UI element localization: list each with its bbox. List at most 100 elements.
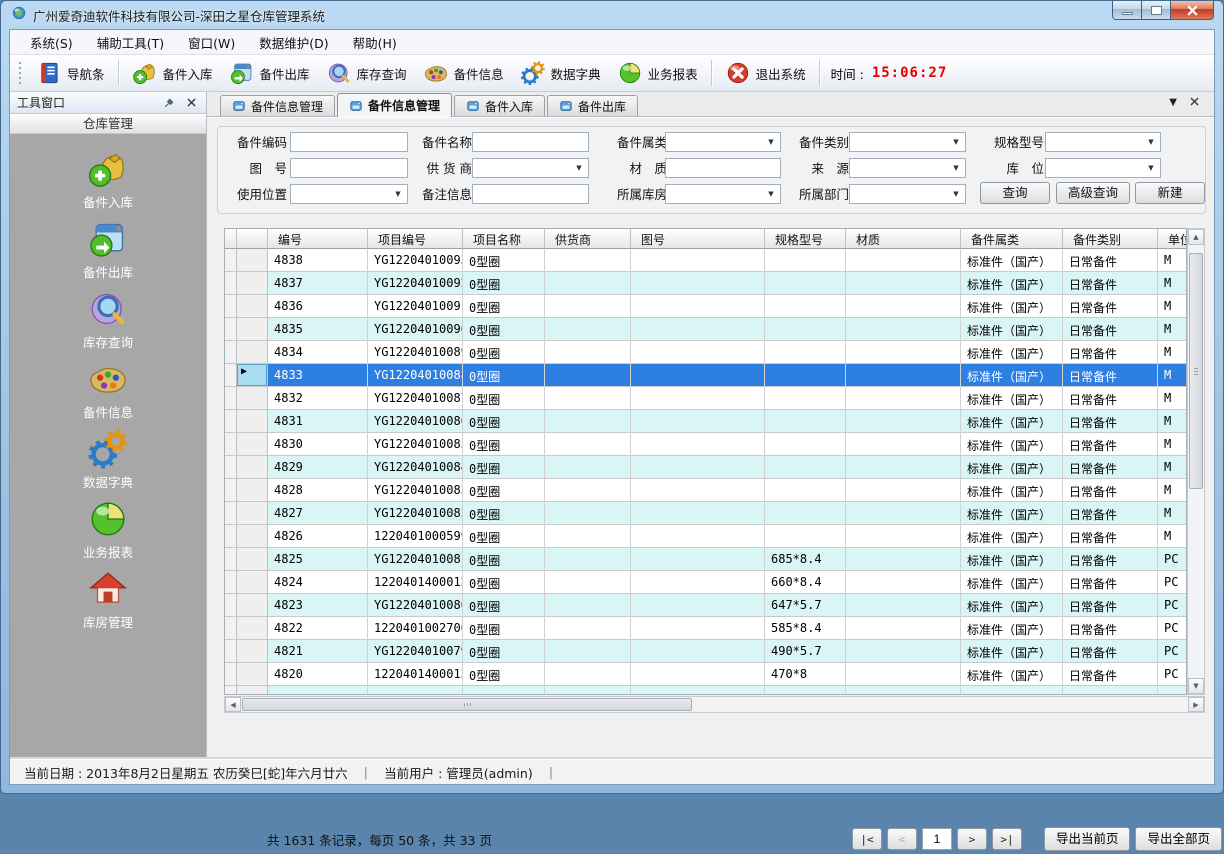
table-row[interactable]: 4830YG122040100850型圈标准件（国产）日常备件M: [225, 433, 1186, 456]
column-header[interactable]: 材质: [846, 229, 961, 249]
column-header[interactable]: 项目名称: [463, 229, 545, 249]
chevron-down-icon[interactable]: ▼: [949, 159, 963, 177]
menu-item-window[interactable]: 窗口(W): [176, 30, 247, 55]
menu-item-help[interactable]: 帮助(H): [341, 30, 409, 55]
table-row[interactable]: 4834YG122040100890型圈标准件（国产）日常备件M: [225, 341, 1186, 364]
maximize-button[interactable]: [1141, 1, 1171, 20]
toolbar-grip[interactable]: [18, 61, 23, 85]
sidebar-item-parts-out[interactable]: 备件出库: [43, 218, 173, 288]
table-row[interactable]: 4837YG122040100920型圈标准件（国产）日常备件M: [225, 272, 1186, 295]
toolbar-navbar-book-button[interactable]: 导航条: [28, 57, 113, 89]
table-row[interactable]: 4832YG122040100870型圈标准件（国产）日常备件M: [225, 387, 1186, 410]
minimize-button[interactable]: [1112, 1, 1142, 20]
toolbar-business-report-button[interactable]: 业务报表: [609, 57, 706, 89]
table-row[interactable]: 4831YG122040100860型圈标准件（国产）日常备件M: [225, 410, 1186, 433]
filter-warehouse-combo[interactable]: ▼: [665, 184, 781, 204]
close-button[interactable]: [1170, 1, 1214, 20]
first-page-button[interactable]: |<: [852, 828, 882, 850]
column-header[interactable]: 规格型号: [765, 229, 846, 249]
table-row[interactable]: ▶4833YG122040100880型圈标准件（国产）日常备件M: [225, 364, 1186, 387]
column-header[interactable]: 项目编号: [368, 229, 463, 249]
chevron-down-icon[interactable]: ▼: [1144, 159, 1158, 177]
table-row[interactable]: 4827YG122040100820型圈标准件（国产）日常备件M: [225, 502, 1186, 525]
filter-usage-position-combo[interactable]: ▼: [290, 184, 408, 204]
chevron-down-icon[interactable]: ▼: [572, 159, 586, 177]
filter-part-name-input[interactable]: [472, 132, 589, 152]
table-row[interactable]: 4825YG122040100810型圈685*8.4标准件（国产）日常备件PC: [225, 548, 1186, 571]
table-row[interactable]: 482212204010027000型圈585*8.4标准件（国产）日常备件PC: [225, 617, 1186, 640]
toolbar-exit-button[interactable]: 退出系统: [717, 57, 814, 89]
sidebar-item-inventory-query[interactable]: 库存查询: [43, 288, 173, 358]
scroll-left-icon[interactable]: ◀: [225, 697, 241, 712]
export-all-pages-button[interactable]: 导出全部页: [1135, 827, 1222, 851]
tab-parts-in[interactable]: 备件入库: [454, 95, 545, 116]
table-row[interactable]: 4828YG122040100830型圈标准件（国产）日常备件M: [225, 479, 1186, 502]
query-button[interactable]: 查询: [980, 182, 1050, 204]
filter-stock-location-combo[interactable]: ▼: [1045, 158, 1161, 178]
vertical-scrollbar[interactable]: ▲ ▼: [1187, 228, 1205, 695]
filter-drawing-no-input[interactable]: [290, 158, 408, 178]
table-row[interactable]: 4821YG122040100790型圈490*5.7标准件（国产）日常备件PC: [225, 640, 1186, 663]
table-row[interactable]: 4838YG122040100930型圈标准件（国产）日常备件M: [225, 249, 1186, 272]
chevron-down-icon[interactable]: ▼: [1144, 133, 1158, 151]
toolbar-parts-out-button[interactable]: 备件出库: [221, 57, 318, 89]
filter-supplier-combo[interactable]: ▼: [472, 158, 589, 178]
table-row[interactable]: 482612204010005990型圈标准件（国产）日常备件M: [225, 525, 1186, 548]
table-row[interactable]: 4835YG122040100900型圈标准件（国产）日常备件M: [225, 318, 1186, 341]
menu-item-data-maintenance[interactable]: 数据维护(D): [247, 30, 340, 55]
menu-item-aux-tools[interactable]: 辅助工具(T): [85, 30, 176, 55]
table-row[interactable]: 4823YG122040100800型圈647*5.7标准件（国产）日常备件PC: [225, 594, 1186, 617]
table-row[interactable]: 4836YG122040100910型圈标准件（国产）日常备件M: [225, 295, 1186, 318]
toolbar-data-dictionary-button[interactable]: 数据字典: [512, 57, 609, 89]
horizontal-scroll-thumb[interactable]: [242, 698, 692, 711]
column-header[interactable]: 编号: [268, 229, 368, 249]
sidebar-item-data-dictionary[interactable]: 数据字典: [43, 428, 173, 498]
sidebar-item-parts-in[interactable]: 备件入库: [43, 148, 173, 218]
scroll-right-icon[interactable]: ▶: [1188, 697, 1204, 712]
page-number-input[interactable]: [922, 828, 952, 850]
sidebar-item-warehouse[interactable]: 库房管理: [43, 568, 173, 638]
scroll-down-icon[interactable]: ▼: [1188, 678, 1204, 694]
toolbar-parts-in-button[interactable]: 备件入库: [124, 57, 221, 89]
column-header[interactable]: 单位: [1158, 229, 1187, 249]
table-row[interactable]: 482012204014000130型圈470*8标准件（国产）日常备件PC: [225, 663, 1186, 686]
chevron-down-icon[interactable]: ▼: [949, 185, 963, 203]
column-header[interactable]: 备件类别: [1063, 229, 1158, 249]
toolbar-inventory-query-button[interactable]: 库存查询: [318, 57, 415, 89]
table-row[interactable]: 4829YG122040100840型圈标准件（国产）日常备件M: [225, 456, 1186, 479]
column-header[interactable]: 供货商: [545, 229, 631, 249]
last-page-button[interactable]: >|: [992, 828, 1022, 850]
filter-department-combo[interactable]: ▼: [849, 184, 966, 204]
chevron-down-icon[interactable]: ▼: [1169, 96, 1177, 112]
column-header[interactable]: 图号: [631, 229, 765, 249]
filter-part-attr-combo[interactable]: ▼: [665, 132, 781, 152]
advanced-query-button[interactable]: 高级查询: [1056, 182, 1130, 204]
chevron-down-icon[interactable]: ▼: [764, 185, 778, 203]
sidebar-item-parts-info[interactable]: 备件信息: [43, 358, 173, 428]
menu-item-system[interactable]: 系统(S): [18, 30, 85, 55]
filter-remark-input[interactable]: [472, 184, 589, 204]
filter-material-input[interactable]: [665, 158, 781, 178]
vertical-scroll-thumb[interactable]: [1189, 253, 1203, 489]
scroll-up-icon[interactable]: ▲: [1188, 229, 1204, 245]
tabstrip-close-icon[interactable]: [1189, 96, 1200, 112]
tab-parts-out[interactable]: 备件出库: [547, 95, 638, 116]
toolbar-parts-info-button[interactable]: 备件信息: [415, 57, 512, 89]
next-page-button[interactable]: >: [957, 828, 987, 850]
horizontal-scrollbar[interactable]: ◀ ▶: [224, 696, 1205, 713]
filter-spec-model-combo[interactable]: ▼: [1045, 132, 1161, 152]
filter-part-category-combo[interactable]: ▼: [849, 132, 966, 152]
sidebar-group-header[interactable]: 仓库管理: [10, 114, 206, 134]
new-button[interactable]: 新建: [1135, 182, 1205, 204]
sidebar-close-icon[interactable]: [183, 95, 199, 111]
table-row[interactable]: 482412204014000120型圈660*8.4标准件（国产）日常备件PC: [225, 571, 1186, 594]
tab-parts-info-mgmt-2[interactable]: 备件信息管理: [337, 93, 452, 117]
export-current-page-button[interactable]: 导出当前页: [1044, 827, 1131, 851]
prev-page-button[interactable]: <: [887, 828, 917, 850]
chevron-down-icon[interactable]: ▼: [949, 133, 963, 151]
filter-part-code-input[interactable]: [290, 132, 408, 152]
sidebar-item-business-report[interactable]: 业务报表: [43, 498, 173, 568]
tab-parts-info-mgmt-1[interactable]: 备件信息管理: [220, 95, 335, 116]
pin-icon[interactable]: [161, 95, 177, 111]
chevron-down-icon[interactable]: ▼: [391, 185, 405, 203]
